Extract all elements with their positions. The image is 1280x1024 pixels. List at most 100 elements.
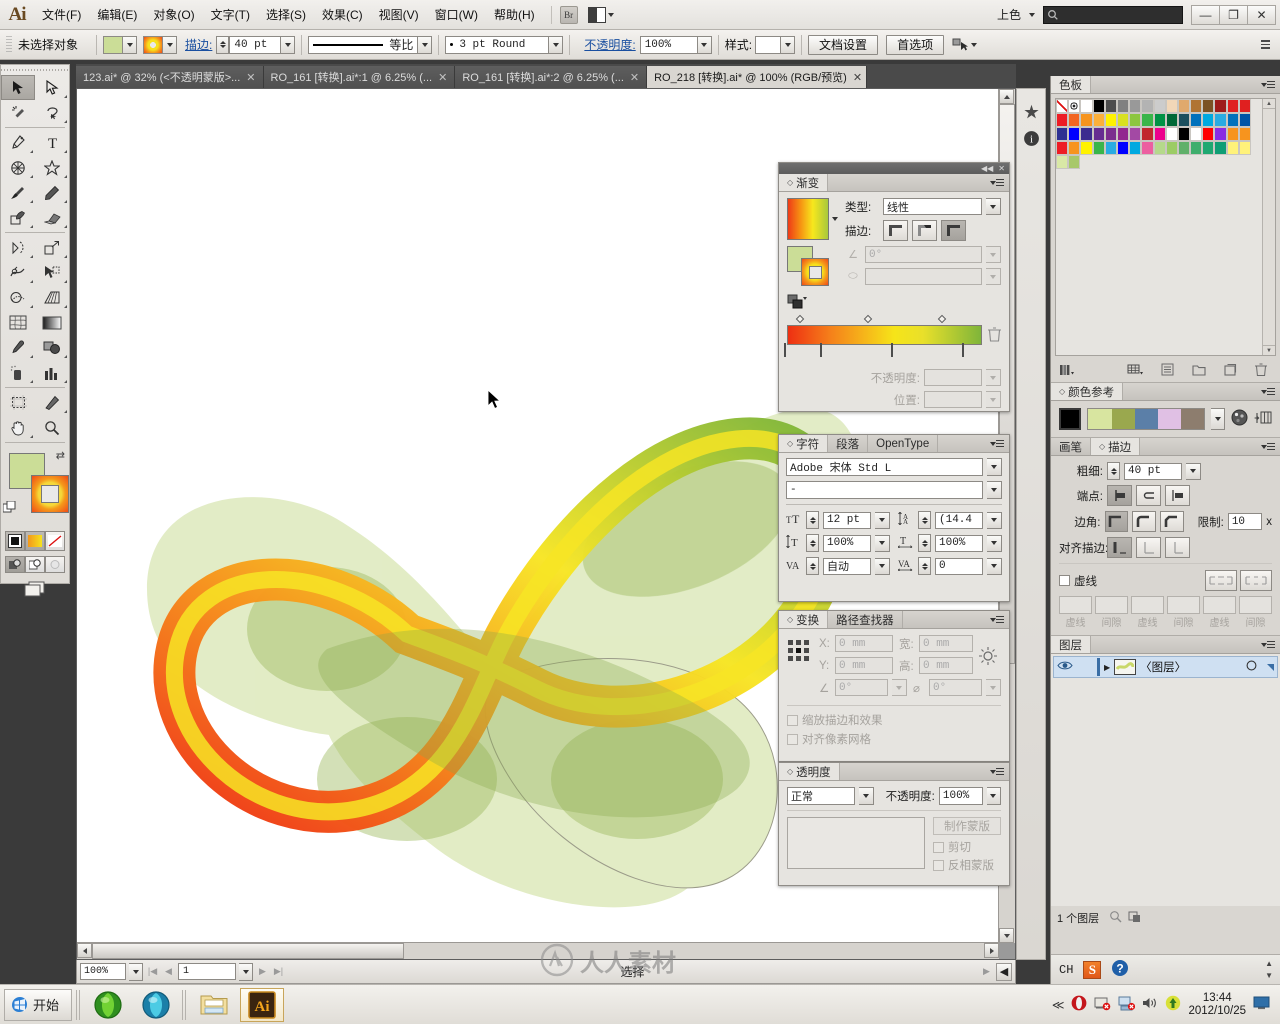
zoom-level-dropdown[interactable] (129, 962, 143, 981)
brush-definition-control[interactable]: 3 pt Round (445, 35, 550, 54)
tab-stroke[interactable]: ◇ 描边 (1091, 438, 1141, 455)
swatch-cell[interactable] (1080, 141, 1093, 155)
color-guide-base-color[interactable] (1059, 408, 1082, 430)
horizontal-scale-stepper[interactable] (918, 534, 931, 552)
tools-panel-grip[interactable] (1, 65, 69, 75)
symbol-sprayer-tool[interactable] (1, 360, 35, 385)
layer-target-icon[interactable] (1246, 660, 1257, 674)
swatch-cell[interactable] (1226, 99, 1239, 113)
opacity-mask-thumbnail[interactable] (787, 817, 925, 869)
gradient-panel-menu-icon[interactable] (985, 174, 1009, 191)
swatch-cell[interactable] (1190, 141, 1203, 155)
collapse-icon[interactable]: ◀◀ (981, 164, 993, 173)
swatches-scroll-down[interactable]: ▼ (1263, 345, 1275, 355)
scroll-up-button[interactable] (999, 89, 1014, 104)
gradient-type-value[interactable]: 线性 (883, 198, 982, 215)
swatch-cell[interactable] (1226, 113, 1239, 127)
zoom-level-input[interactable]: 100% (80, 963, 126, 980)
color-guide-harmony-strip[interactable] (1087, 408, 1206, 430)
preferences-button[interactable]: 首选项 (886, 34, 945, 55)
gradient-stroke-across-button[interactable] (941, 220, 966, 241)
stroke-swatch[interactable] (143, 35, 164, 54)
document-tab-2[interactable]: RO_161 [转换].ai*:2 @ 6.25% (... ✕ (455, 66, 648, 88)
swatch-cell[interactable] (1129, 141, 1142, 155)
gradient-midpoint-0[interactable] (795, 314, 805, 324)
type-tool[interactable]: T (35, 130, 69, 155)
gradient-stroke-along-button[interactable] (912, 220, 937, 241)
column-graph-tool[interactable] (35, 360, 69, 385)
make-mask-button[interactable]: 制作蒙版 (933, 817, 1001, 835)
swatch-cell[interactable] (1238, 99, 1251, 113)
dash-input[interactable] (1095, 596, 1128, 614)
swatch-cell[interactable] (1177, 99, 1191, 113)
gradient-fill-stroke-proxy[interactable] (787, 246, 831, 286)
stroke-weight-stepper[interactable] (216, 35, 230, 54)
status-resize-handle[interactable]: ◀ (996, 962, 1012, 981)
menu-edit[interactable]: 编辑(E) (89, 2, 145, 27)
stroke-panel-weight-stepper[interactable] (1107, 462, 1120, 480)
artboard-dropdown[interactable] (239, 962, 253, 981)
fill-swatch[interactable] (103, 35, 124, 54)
swatch-cell[interactable] (1129, 113, 1142, 127)
swatch-cell[interactable] (1165, 113, 1178, 127)
gradient-midpoint-2[interactable] (937, 314, 947, 324)
swatch-options-icon[interactable] (1161, 363, 1174, 379)
show-desktop-icon[interactable] (1253, 996, 1270, 1013)
close-icon[interactable]: ✕ (853, 71, 862, 84)
clip-checkbox[interactable] (933, 841, 944, 853)
transform-width-input[interactable]: 0 mm (919, 635, 973, 652)
swatch-cell[interactable] (1153, 127, 1166, 141)
stroke-profile-dropdown[interactable] (418, 35, 433, 54)
transform-y-input[interactable]: 0 mm (835, 657, 893, 674)
menu-type[interactable]: 文字(T) (203, 2, 258, 27)
tray-updater-icon[interactable] (1165, 995, 1181, 1014)
hand-tool[interactable] (1, 415, 35, 440)
direct-selection-tool[interactable] (35, 75, 69, 100)
swatch-cell[interactable] (1068, 127, 1081, 141)
leading-stepper[interactable] (918, 511, 931, 529)
font-family-input[interactable]: Adobe 宋体 Std L (786, 458, 983, 476)
swatch-cell[interactable] (1129, 99, 1142, 113)
taskbar-item-file-explorer[interactable] (192, 988, 236, 1022)
tray-network-icon[interactable] (1118, 996, 1136, 1014)
swatch-cell[interactable] (1080, 99, 1093, 113)
document-tab-0[interactable]: 123.ai* @ 32% (<不透明蒙版>... ✕ (76, 66, 264, 88)
tab-swatches[interactable]: 色板 (1051, 76, 1091, 93)
color-mode-none[interactable] (45, 531, 65, 551)
mesh-tool[interactable] (1, 310, 35, 335)
status-menu-button[interactable]: ▶ (980, 963, 993, 980)
gradient-stop-0[interactable] (784, 343, 793, 357)
tracking-input[interactable]: 0 (935, 557, 983, 575)
miter-join-button[interactable] (1104, 511, 1129, 532)
bevel-join-button[interactable] (1159, 511, 1184, 532)
transform-rotate-dropdown[interactable] (892, 679, 907, 696)
search-input[interactable] (1043, 5, 1183, 24)
layers-panel-menu-icon[interactable] (1256, 636, 1280, 653)
tab-transparency[interactable]: ◇ 透明度 (779, 763, 840, 780)
stroke-weight-value[interactable]: 40 pt (229, 35, 282, 54)
tab-opentype[interactable]: OpenType (868, 435, 939, 452)
horizontal-scroll-thumb[interactable] (92, 943, 404, 959)
gradient-preview-thumbnail[interactable] (787, 198, 829, 240)
minimize-button[interactable]: — (1191, 4, 1220, 25)
gradient-opacity-value[interactable] (924, 369, 982, 386)
dash-input[interactable] (1059, 596, 1092, 614)
tracking-stepper[interactable] (918, 557, 931, 575)
eraser-tool[interactable] (35, 205, 69, 230)
chevron-down-icon[interactable] (832, 217, 838, 221)
menu-select[interactable]: 选择(S) (258, 2, 314, 27)
tab-transform[interactable]: ◇ 变换 (779, 611, 829, 628)
harmony-color[interactable] (1134, 409, 1158, 429)
swatch-libraries-icon[interactable] (1059, 363, 1075, 379)
swatch-cell[interactable] (1190, 127, 1203, 141)
ime-indicator[interactable]: CH (1059, 963, 1073, 977)
swatch-cell[interactable] (1177, 113, 1191, 127)
font-style-input[interactable]: - (786, 481, 983, 499)
swatch-cell[interactable] (1104, 141, 1117, 155)
harmony-color[interactable] (1111, 409, 1135, 429)
swatch-cell[interactable] (1141, 141, 1154, 155)
vertical-scale-dropdown[interactable] (875, 534, 890, 552)
dash-input[interactable] (1203, 596, 1236, 614)
swatch-cell[interactable] (1141, 99, 1154, 113)
swatch-cell[interactable] (1153, 141, 1166, 155)
